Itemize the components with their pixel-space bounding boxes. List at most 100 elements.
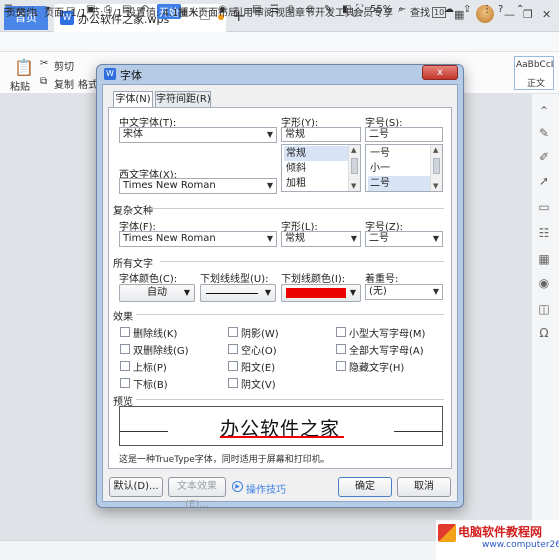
divider xyxy=(150,208,444,209)
sidebar-sliders-icon[interactable]: ☷ xyxy=(537,226,551,240)
double-strikethrough-checkbox[interactable] xyxy=(120,344,130,354)
zoom-out-icon[interactable]: − xyxy=(398,4,406,15)
cancel-button[interactable]: 取消 xyxy=(397,477,451,497)
complex-font-select[interactable]: Times New Roman ▼ xyxy=(119,231,277,247)
small-caps-checkbox[interactable] xyxy=(336,327,346,337)
share-icon[interactable]: ⇪ xyxy=(463,4,471,15)
preview-line xyxy=(394,431,442,432)
zoom-value[interactable]: 55% xyxy=(370,4,392,15)
all-text-section: 所有文字 xyxy=(113,259,153,270)
preview-underline xyxy=(220,436,344,438)
search-input[interactable]: 查找 xyxy=(410,4,430,19)
subscript-checkbox[interactable] xyxy=(120,378,130,388)
double-strikethrough-label: 双删除线(G) xyxy=(133,346,189,357)
outline-checkbox[interactable] xyxy=(228,344,238,354)
status-pages: 页面: 1/1 xyxy=(44,8,87,19)
chevron-down-icon: ▼ xyxy=(264,288,271,297)
emboss-checkbox[interactable] xyxy=(228,361,238,371)
chinese-font-select[interactable]: 宋体 ▼ xyxy=(119,127,277,143)
size-list-scrollbar[interactable]: ▲ ▼ xyxy=(430,145,442,191)
paste-button[interactable]: 粘贴 xyxy=(10,78,30,93)
sidebar-select-icon[interactable]: ➚ xyxy=(537,174,551,188)
superscript-checkbox[interactable] xyxy=(120,361,130,371)
outline-view-icon[interactable]: ☰ xyxy=(270,4,279,15)
sidebar-help-icon[interactable]: Ω xyxy=(537,326,551,340)
sidebar-format-icon[interactable]: ▭ xyxy=(537,200,551,214)
style-name: 正文 xyxy=(527,79,546,89)
default-button[interactable]: 默认(D)... xyxy=(109,477,163,497)
effects-section: 效果 xyxy=(113,312,133,323)
page-view-icon[interactable]: ▤ xyxy=(252,4,261,15)
format-painter-button[interactable]: 格式 xyxy=(78,76,98,91)
play-icon[interactable]: ▶ xyxy=(232,481,243,492)
tips-link[interactable]: 操作技巧 xyxy=(246,481,286,496)
globe-icon[interactable]: ◎ xyxy=(306,4,315,15)
copy-button[interactable]: 复制 xyxy=(54,76,74,91)
western-font-select[interactable]: Times New Roman ▼ xyxy=(119,178,277,194)
web-view-icon[interactable]: ▯ xyxy=(288,4,294,15)
shadow-checkbox[interactable] xyxy=(228,327,238,337)
pen-icon[interactable]: ✎ xyxy=(324,4,332,15)
watermark-url: www.computer26.com xyxy=(482,540,559,550)
strikethrough-checkbox[interactable] xyxy=(120,327,130,337)
paste-icon[interactable]: 📋 xyxy=(14,58,34,77)
sidebar-panel-icon[interactable]: ◫ xyxy=(537,302,551,316)
status-page: 页码: 1 xyxy=(6,8,39,19)
underline-type-label: 下划线线型(U): xyxy=(200,274,269,285)
style-list[interactable]: 常规 倾斜 加粗 ▲ ▼ xyxy=(281,144,361,192)
tab-character-spacing[interactable]: 字符间距(R) xyxy=(155,91,211,108)
list-item[interactable]: 倾斜 xyxy=(284,161,348,176)
chevron-down-icon: ▼ xyxy=(266,181,273,190)
complex-size-select[interactable]: 二号 ▼ xyxy=(365,231,443,247)
divider xyxy=(136,399,444,400)
copy-icon[interactable]: ⧉ xyxy=(40,76,47,87)
fullscreen-icon[interactable]: ⛶ xyxy=(356,4,363,15)
sidebar-collapse-icon[interactable]: ⌃ xyxy=(537,104,551,118)
size-input[interactable]: 二号 xyxy=(365,127,443,142)
underline-type-button[interactable]: ▼ xyxy=(200,284,276,302)
dialog-close-button[interactable]: x xyxy=(422,65,458,80)
sidebar-edit-icon[interactable]: ✐ xyxy=(537,150,551,164)
list-item[interactable]: 二号 xyxy=(368,176,430,191)
eye-icon[interactable]: ◉ xyxy=(218,4,227,15)
list-item[interactable]: 小一 xyxy=(368,161,430,176)
help-icon[interactable]: ? xyxy=(498,4,503,15)
chevron-down-icon: ▼ xyxy=(266,234,273,243)
emboss-label: 阳文(E) xyxy=(241,363,276,374)
sidebar-style-icon[interactable]: ✎ xyxy=(537,126,551,140)
engrave-checkbox[interactable] xyxy=(228,378,238,388)
emphasis-select[interactable]: (无) ▼ xyxy=(365,284,443,300)
list-item[interactable]: 一号 xyxy=(368,146,430,161)
list-item[interactable]: 常规 xyxy=(284,146,348,161)
underline-color-button[interactable]: ▼ xyxy=(281,284,361,302)
font-color-button[interactable]: 自动 ▼ xyxy=(119,284,195,302)
hidden-text-label: 隐藏文字(H) xyxy=(349,363,405,374)
sidebar-grid-icon[interactable]: ▦ xyxy=(537,252,551,266)
engrave-label: 阴文(V) xyxy=(241,380,276,391)
cloud-icon[interactable]: ☁ xyxy=(444,4,454,15)
chevron-down-icon: ▼ xyxy=(432,234,439,243)
hidden-text-checkbox[interactable] xyxy=(336,361,346,371)
collapse-ribbon-icon[interactable]: ⌃ xyxy=(516,4,524,15)
read-mode-icon[interactable]: ◧ xyxy=(342,4,351,15)
sidebar-location-icon[interactable]: ◉ xyxy=(537,276,551,290)
wps-dialog-icon: W xyxy=(104,68,116,80)
all-caps-checkbox[interactable] xyxy=(336,344,346,354)
style-list-scrollbar[interactable]: ▲ ▼ xyxy=(348,145,360,191)
menu-references[interactable]: 引用 xyxy=(233,4,253,19)
style-input[interactable]: 常规 xyxy=(281,127,361,142)
list-item[interactable]: 加粗 xyxy=(284,176,348,191)
maximize-button[interactable]: ❐ xyxy=(523,8,533,21)
ok-button[interactable]: 确定 xyxy=(338,477,392,497)
emphasis-label: 着重号: xyxy=(365,274,399,285)
size-list[interactable]: 一号 小一 二号 ▲ ▼ xyxy=(365,144,443,192)
watermark-name: 电脑软件教程网 xyxy=(458,525,543,539)
cut-icon[interactable]: ✂ xyxy=(40,58,48,69)
complex-style-select[interactable]: 常规 ▼ xyxy=(281,231,361,247)
text-effects-button[interactable]: 文本效果(E)... xyxy=(168,477,226,510)
cut-button[interactable]: 剪切 xyxy=(54,58,74,73)
minimize-button[interactable]: — xyxy=(504,8,515,21)
more-icon[interactable]: ⋮ xyxy=(482,4,492,15)
all-caps-label: 全部大写字母(A) xyxy=(349,346,424,357)
close-button[interactable]: ✕ xyxy=(542,8,551,21)
